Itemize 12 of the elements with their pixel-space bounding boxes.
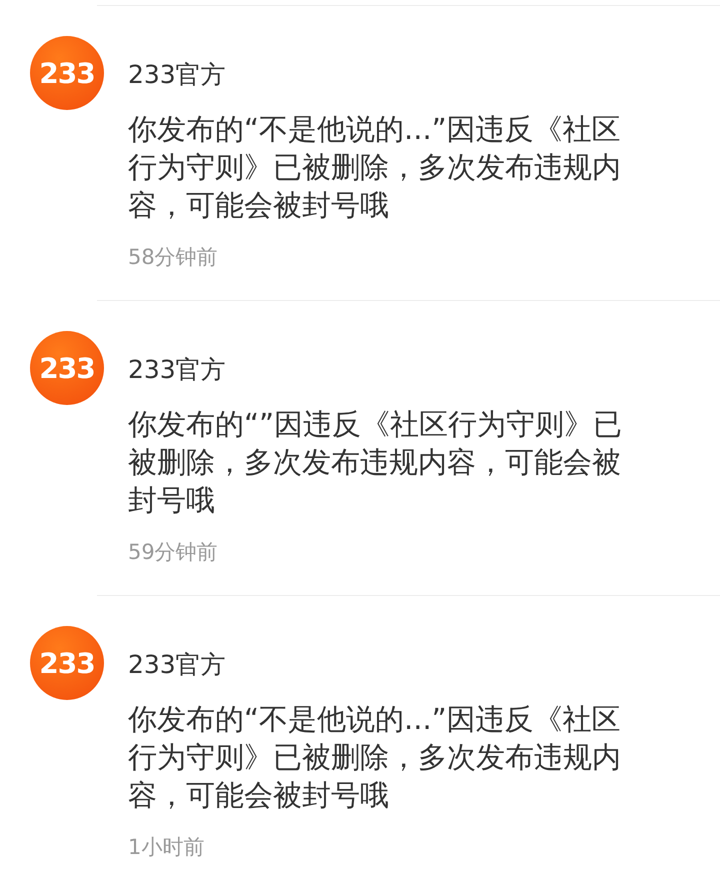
- message-time: 1小时前: [128, 834, 204, 860]
- sender-name: 233官方: [128, 355, 226, 385]
- message-text: 你发布的“不是他说的...”因违反《社区行为守则》已被删除，多次发布违规内容，可能会被封号哦: [128, 111, 622, 224]
- message-text: 你发布的“”因违反《社区行为守则》已被删除，多次发布违规内容，可能会被封号哦: [128, 406, 624, 519]
- avatar-logo[interactable]: 233: [30, 331, 104, 405]
- avatar-logo[interactable]: 233: [30, 626, 104, 700]
- message-text: 你发布的“不是他说的...”因违反《社区行为守则》已被删除，多次发布违规内容，可能会被封号哦: [128, 701, 622, 814]
- message-time: 59分钟前: [128, 539, 218, 565]
- message-time: 58分钟前: [128, 244, 218, 270]
- sender-name: 233官方: [128, 60, 226, 90]
- sender-name: 233官方: [128, 650, 226, 680]
- avatar-logo[interactable]: 233: [30, 36, 104, 110]
